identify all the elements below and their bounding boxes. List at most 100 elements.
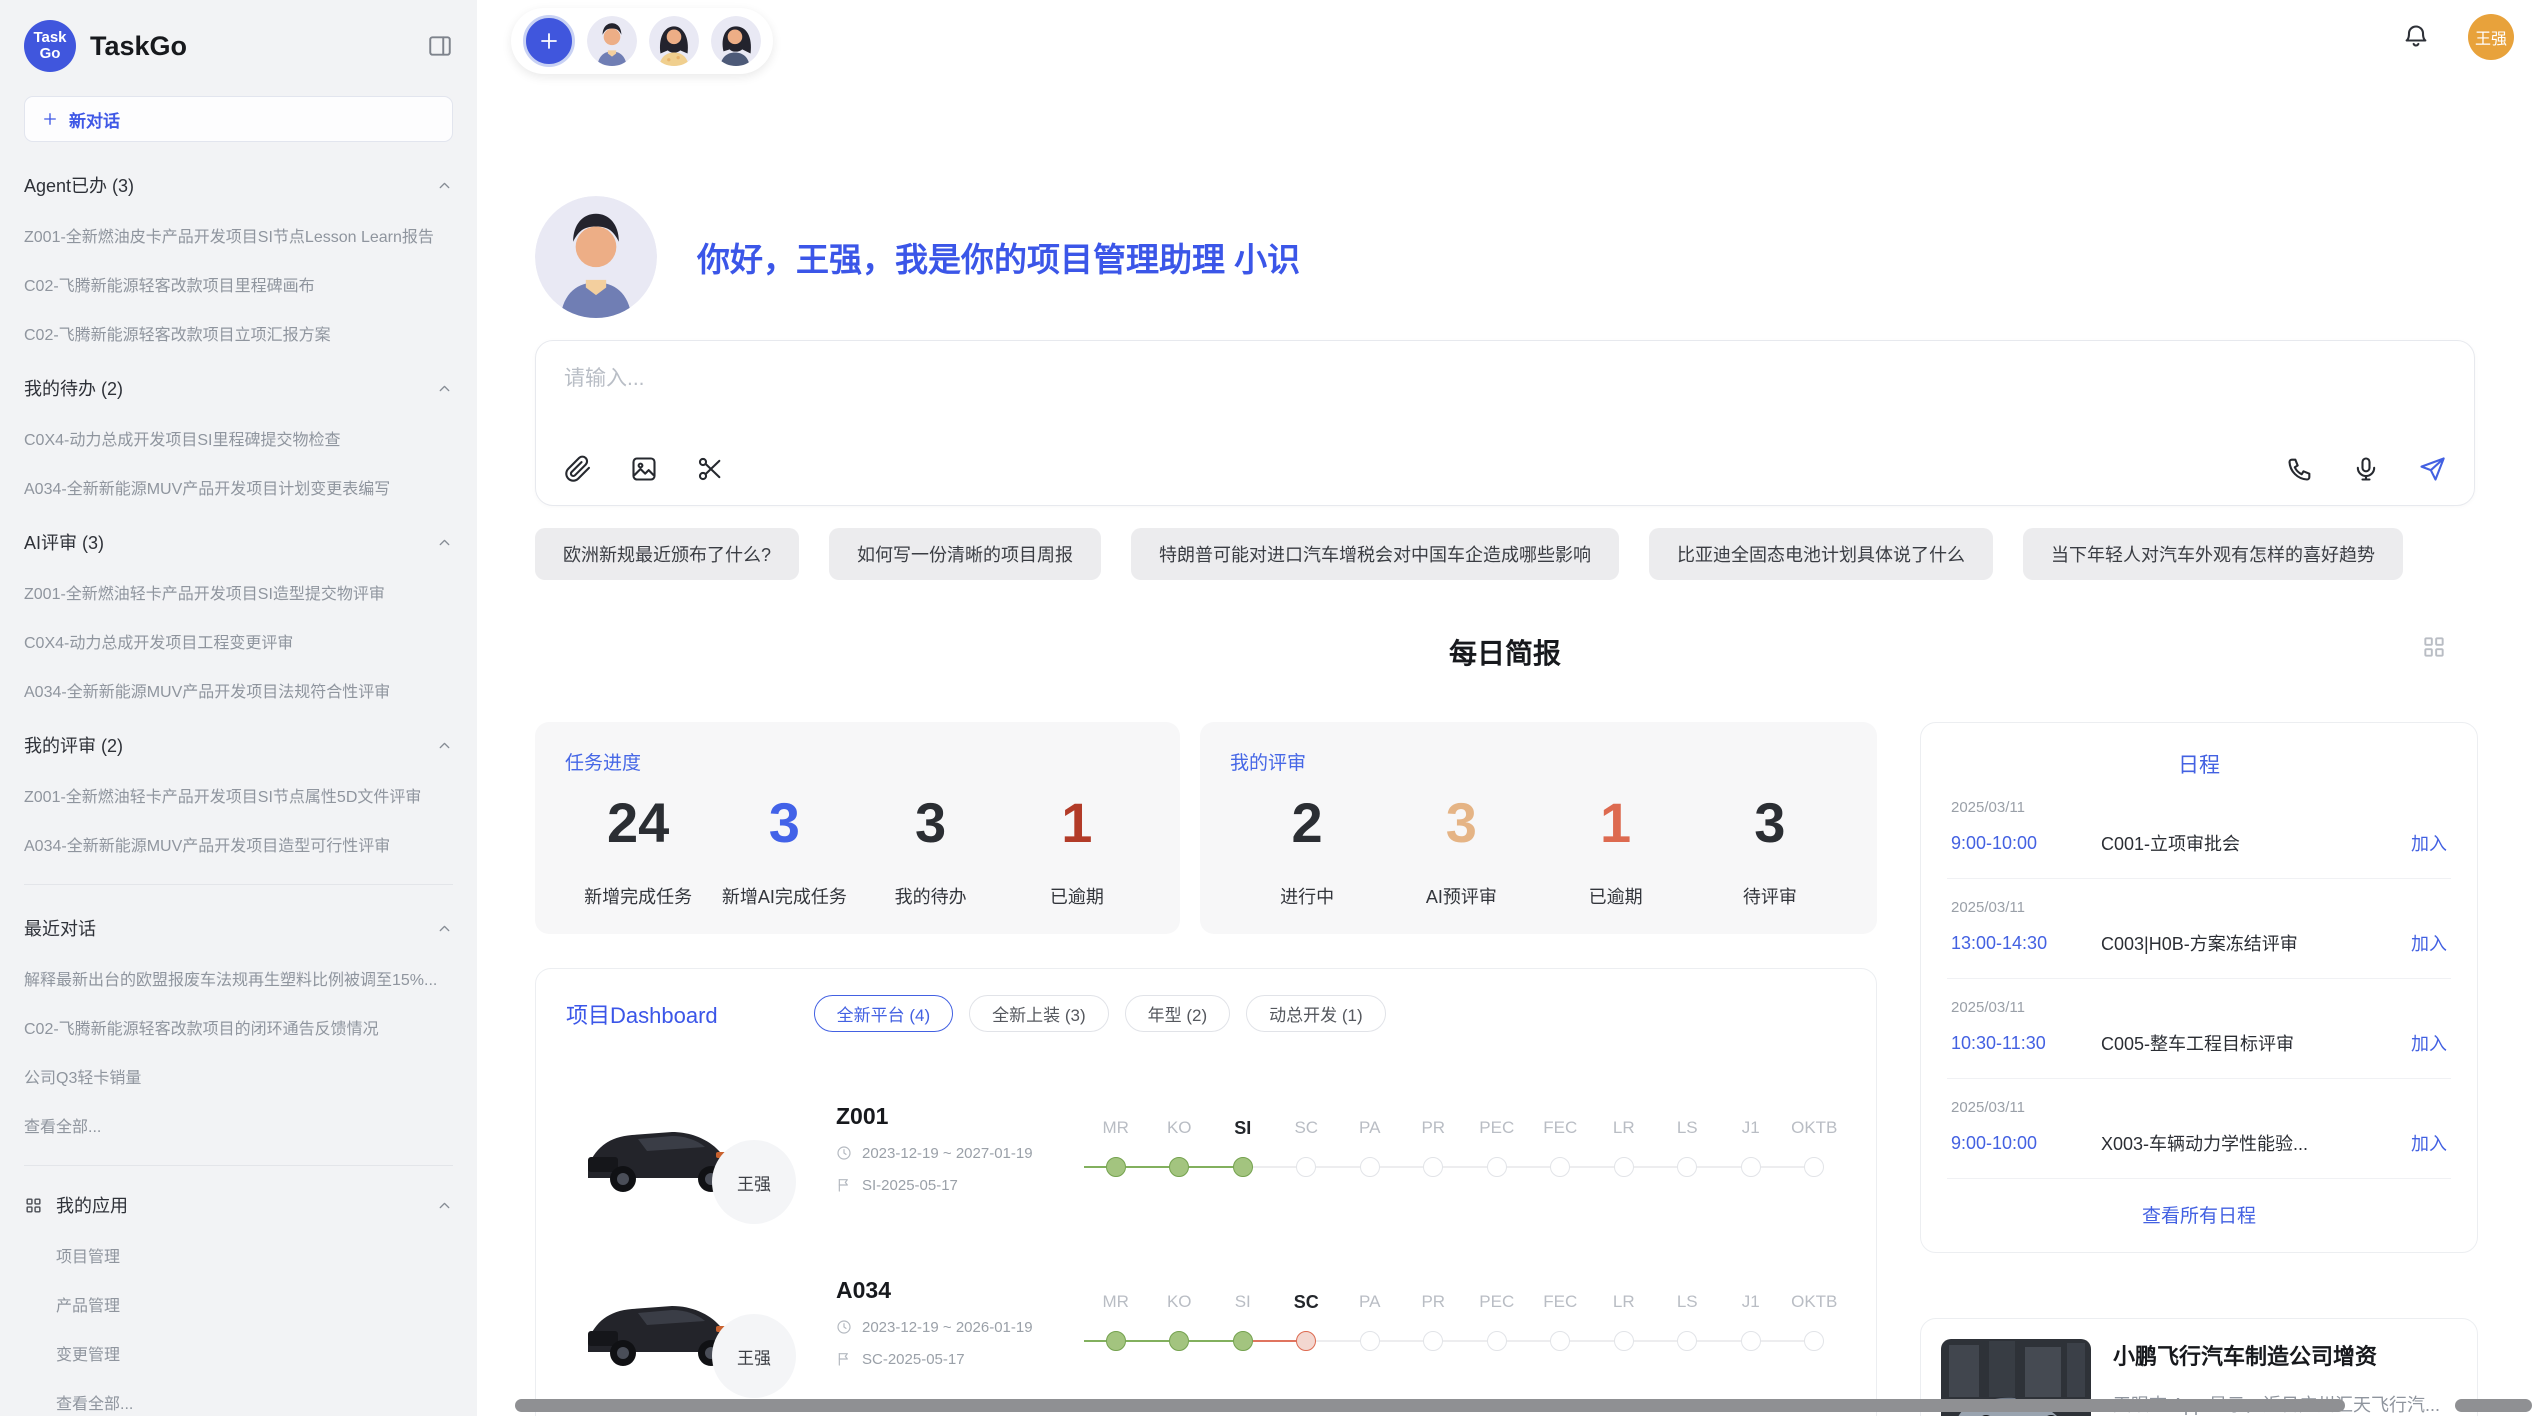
event-join-link[interactable]: 加入 xyxy=(2411,1130,2447,1156)
sidebar-section-header[interactable]: 我的待办 (2) xyxy=(24,375,453,401)
chat-input[interactable] xyxy=(564,367,1364,391)
schedule-event[interactable]: 2025/03/119:00-10:00X003-车辆动力学性能验...加入 xyxy=(1947,1079,2451,1179)
milestone-label: PEC xyxy=(1479,1118,1514,1142)
dashboard-filter-chip[interactable]: 全新平台 (4) xyxy=(814,995,954,1032)
stat-row: 24新增完成任务3新增AI完成任务3我的待办1已逾期 xyxy=(565,795,1150,909)
add-member-button[interactable] xyxy=(523,15,575,67)
stat-label: 新增AI完成任务 xyxy=(722,883,847,909)
user-avatar[interactable]: 王强 xyxy=(2468,14,2514,60)
dashboard-filter-chip[interactable]: 动总开发 (1) xyxy=(1246,995,1386,1032)
sidebar-section-header[interactable]: Agent已办 (3) xyxy=(24,172,453,198)
milestone-connector xyxy=(1507,1340,1529,1342)
app-item[interactable]: 变更管理 xyxy=(56,1341,453,1365)
milestone: LR xyxy=(1592,1118,1656,1178)
chevron-up-icon xyxy=(436,380,453,397)
milestone-label: PR xyxy=(1421,1292,1445,1316)
milestone-connector xyxy=(1465,1340,1487,1342)
view-all-schedule-link[interactable]: 查看所有日程 xyxy=(1947,1179,2451,1242)
sidebar-task-item[interactable]: C02-飞腾新能源轻客改款项目里程碑画布 xyxy=(24,272,453,296)
suggestion-chip[interactable]: 如何写一份清晰的项目周报 xyxy=(829,528,1101,580)
send-icon[interactable] xyxy=(2418,455,2446,483)
stat: 3AI预评审 xyxy=(1384,795,1538,909)
notification-bell-icon[interactable] xyxy=(2402,23,2430,51)
milestone-connector xyxy=(1761,1166,1783,1168)
sidebar-task-item[interactable]: C0X4-动力总成开发项目工程变更评审 xyxy=(24,629,453,653)
stat-value: 1 xyxy=(1061,795,1092,851)
milestone-connector xyxy=(1656,1340,1678,1342)
sidebar-task-item[interactable]: A034-全新新能源MUV产品开发项目造型可行性评审 xyxy=(24,832,453,856)
event-join-link[interactable]: 加入 xyxy=(2411,930,2447,956)
milestone-node xyxy=(1741,1157,1761,1177)
event-name: C005-整车工程目标评审 xyxy=(2101,1030,2397,1056)
suggestion-chip[interactable]: 当下年轻人对汽车外观有怎样的喜好趋势 xyxy=(2023,528,2403,580)
recent-conversation-item[interactable]: 解释最新出台的欧盟报废车法规再生塑料比例被调至15%... xyxy=(24,966,453,990)
recent-conversation-item[interactable]: C02-飞腾新能源轻客改款项目的闭环通告反馈情况 xyxy=(24,1015,453,1039)
milestone-track xyxy=(1338,1330,1402,1352)
recent-conversation-item[interactable]: 公司Q3轻卡销量 xyxy=(24,1064,453,1088)
suggestion-chip[interactable]: 特朗普可能对进口汽车增税会对中国车企造成哪些影响 xyxy=(1131,528,1619,580)
app-item[interactable]: 项目管理 xyxy=(56,1243,453,1267)
screenshot-icon[interactable] xyxy=(696,455,724,483)
milestone: LR xyxy=(1592,1292,1656,1352)
project-vehicle-image: 王强 xyxy=(566,1264,756,1380)
suggestion-chip[interactable]: 欧洲新规最近颁布了什么? xyxy=(535,528,799,580)
event-date: 2025/03/11 xyxy=(1951,999,2447,1016)
milestone-node xyxy=(1677,1157,1697,1177)
schedule-event[interactable]: 2025/03/1113:00-14:30C003|H0B-方案冻结评审加入 xyxy=(1947,879,2451,979)
sidebar-task-item[interactable]: C0X4-动力总成开发项目SI里程碑提交物检查 xyxy=(24,426,453,450)
project-info: A0342023-12-19 ~ 2026-01-19SC-2025-05-17 xyxy=(836,1277,1068,1368)
avatar-man[interactable] xyxy=(587,16,637,66)
milestone-node xyxy=(1169,1157,1189,1177)
schedule-event[interactable]: 2025/03/119:00-10:00C001-立项审批会加入 xyxy=(1947,779,2451,879)
sidebar-task-item[interactable]: Z001-全新燃油轻卡产品开发项目SI节点属性5D文件评审 xyxy=(24,783,453,807)
voice-call-icon[interactable] xyxy=(2286,455,2314,483)
milestone-node xyxy=(1614,1157,1634,1177)
flag-icon xyxy=(836,1177,852,1193)
sidebar-header: Task Go TaskGo xyxy=(24,14,453,78)
sidebar-task-item[interactable]: A034-全新新能源MUV产品开发项目计划变更表编写 xyxy=(24,475,453,499)
assistant-greeting: 你好，王强，我是你的项目管理助理 小识 xyxy=(535,196,1300,318)
sidebar-task-item[interactable]: C02-飞腾新能源轻客改款项目立项汇报方案 xyxy=(24,321,453,345)
new-chat-button[interactable]: 新对话 xyxy=(24,96,453,142)
app-item[interactable]: 查看全部... xyxy=(56,1390,453,1414)
event-main-row: 9:00-10:00X003-车辆动力学性能验...加入 xyxy=(1951,1130,2447,1156)
dashboard-filter-chip[interactable]: 全新上装 (3) xyxy=(969,995,1109,1032)
milestone-node xyxy=(1423,1331,1443,1351)
sidebar-collapse-icon[interactable] xyxy=(427,33,453,59)
event-join-link[interactable]: 加入 xyxy=(2411,1030,2447,1056)
composer-left-icons xyxy=(564,455,724,483)
schedule-event[interactable]: 2025/03/11 10:30-11:30C005-整车工程目标评审加入 xyxy=(1947,979,2451,1079)
sidebar-task-item[interactable]: Z001-全新燃油皮卡产品开发项目SI节点Lesson Learn报告 xyxy=(24,223,453,247)
recent-conversation-item[interactable]: 查看全部... xyxy=(24,1113,453,1137)
milestone: SI xyxy=(1211,1118,1275,1178)
sidebar-section-title: 我的待办 (2) xyxy=(24,375,123,401)
horizontal-scrollbar-thumb-right[interactable] xyxy=(2455,1399,2532,1412)
project-flag-text: SI-2025-05-17 xyxy=(862,1177,958,1194)
recent-conversations-header[interactable]: 最近对话 xyxy=(24,915,453,941)
avatar-woman[interactable] xyxy=(649,16,699,66)
milestone-track xyxy=(1211,1156,1275,1178)
project-row[interactable]: 王强 A0342023-12-19 ~ 2026-01-19SC-2025-05-… xyxy=(566,1264,1846,1380)
event-join-link[interactable]: 加入 xyxy=(2411,830,2447,856)
sidebar-section-header[interactable]: 我的评审 (2) xyxy=(24,732,453,758)
layout-grid-icon[interactable] xyxy=(2421,634,2447,660)
milestone-track xyxy=(1592,1330,1656,1352)
stat-label: 进行中 xyxy=(1280,883,1334,909)
sidebar-task-item[interactable]: A034-全新新能源MUV产品开发项目法规符合性评审 xyxy=(24,678,453,702)
milestone-connector xyxy=(1697,1340,1719,1342)
milestone-track xyxy=(1465,1330,1529,1352)
suggestion-chip[interactable]: 比亚迪全固态电池计划具体说了什么 xyxy=(1649,528,1993,580)
project-row[interactable]: 王强Z0012023-12-19 ~ 2027-01-19SI-2025-05-… xyxy=(566,1090,1846,1206)
sidebar-section-header[interactable]: AI评审 (3) xyxy=(24,529,453,555)
microphone-icon[interactable] xyxy=(2352,455,2380,483)
image-upload-icon[interactable] xyxy=(630,455,658,483)
attachment-icon[interactable] xyxy=(564,455,592,483)
app-item[interactable]: 产品管理 xyxy=(56,1292,453,1316)
my-apps-header[interactable]: 我的应用 xyxy=(24,1192,453,1218)
event-time: 9:00-10:00 xyxy=(1951,833,2101,854)
event-main-row: 10:30-11:30C005-整车工程目标评审加入 xyxy=(1951,1030,2447,1056)
avatar-woman-2[interactable] xyxy=(711,16,761,66)
dashboard-filter-chip[interactable]: 年型 (2) xyxy=(1125,995,1231,1032)
sidebar-task-item[interactable]: Z001-全新燃油轻卡产品开发项目SI造型提交物评审 xyxy=(24,580,453,604)
horizontal-scrollbar-thumb[interactable] xyxy=(515,1399,2345,1412)
